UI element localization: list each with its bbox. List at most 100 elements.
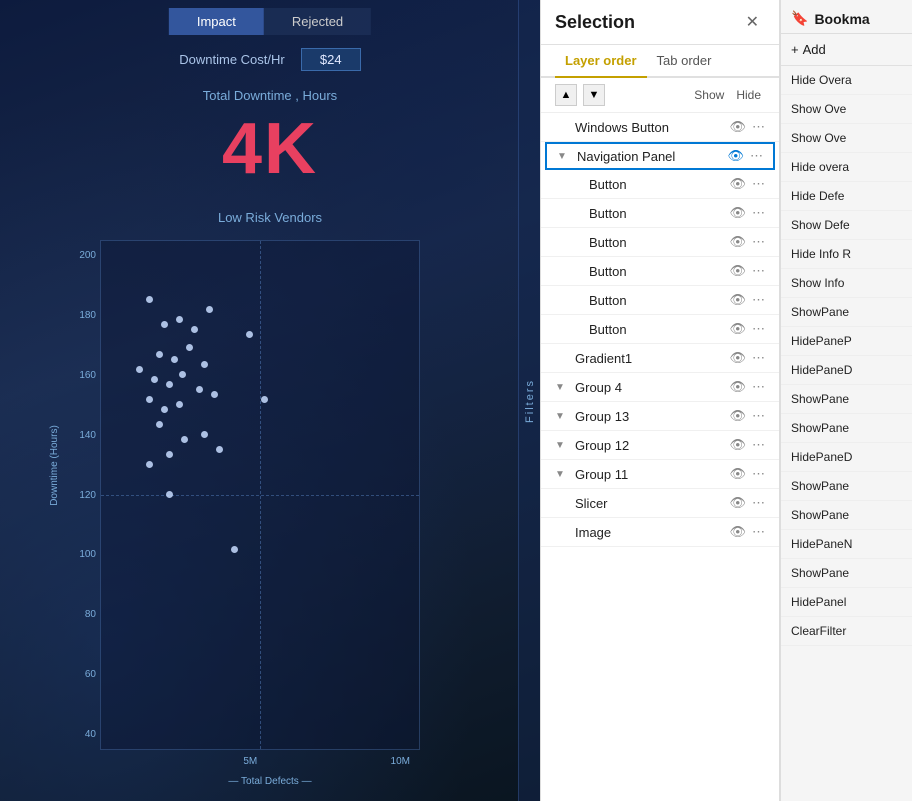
layer-item[interactable]: Button 👁 ⋯: [541, 228, 779, 257]
layer-list: Windows Button 👁 ⋯ ▼ Navigation Panel 👁 …: [541, 113, 779, 801]
bookmark-item[interactable]: HidePaneP: [781, 327, 912, 356]
move-down-button[interactable]: ▼: [583, 84, 605, 106]
layer-item[interactable]: ▼ Group 13 👁 ⋯: [541, 402, 779, 431]
more-icon[interactable]: ⋯: [752, 466, 765, 482]
more-icon[interactable]: ⋯: [752, 292, 765, 308]
bookmark-item[interactable]: Hide overa: [781, 153, 912, 182]
bookmarks-header: 🔖 Bookma: [781, 0, 912, 34]
move-up-button[interactable]: ▲: [555, 84, 577, 106]
eye-icon[interactable]: 👁: [729, 437, 746, 453]
layer-item[interactable]: Windows Button 👁 ⋯: [541, 113, 779, 142]
eye-icon[interactable]: 👁: [729, 466, 746, 482]
more-icon[interactable]: ⋯: [752, 234, 765, 250]
selection-header: Selection ✕: [541, 0, 779, 45]
more-icon[interactable]: ⋯: [752, 205, 765, 221]
eye-icon[interactable]: 👁: [729, 408, 746, 424]
layer-item[interactable]: Image 👁 ⋯: [541, 518, 779, 547]
layer-item[interactable]: Button 👁 ⋯: [541, 315, 779, 344]
eye-icon[interactable]: 👁: [729, 350, 746, 366]
y-axis: 200 180 160 140 120 100 80 60 40: [60, 240, 100, 750]
bookmark-item[interactable]: ShowPane: [781, 472, 912, 501]
layer-item[interactable]: Button 👁 ⋯: [541, 170, 779, 199]
filters-strip[interactable]: Filters: [518, 0, 540, 801]
layer-item[interactable]: Button 👁 ⋯: [541, 286, 779, 315]
big-number: 4K: [0, 108, 540, 190]
dot: [146, 461, 153, 468]
layer-item[interactable]: Gradient1 👁 ⋯: [541, 344, 779, 373]
eye-icon[interactable]: 👁: [729, 176, 746, 192]
more-icon[interactable]: ⋯: [752, 437, 765, 453]
eye-icon[interactable]: 👁: [729, 292, 746, 308]
layer-item[interactable]: ▼ Group 4 👁 ⋯: [541, 373, 779, 402]
bookmark-item[interactable]: ShowPane: [781, 298, 912, 327]
show-hide-group: Show Hide: [690, 86, 765, 104]
bookmark-item[interactable]: ShowPane: [781, 414, 912, 443]
dot: [166, 381, 173, 388]
bookmark-item[interactable]: ShowPane: [781, 559, 912, 588]
layer-item-navigation[interactable]: ▼ Navigation Panel 👁 ⋯: [545, 142, 775, 170]
bookmark-item[interactable]: Show Defe: [781, 211, 912, 240]
more-icon[interactable]: ⋯: [752, 176, 765, 192]
eye-icon[interactable]: 👁: [729, 205, 746, 221]
bookmark-item[interactable]: HidePaneD: [781, 443, 912, 472]
bookmark-item[interactable]: Show Ove: [781, 124, 912, 153]
more-icon[interactable]: ⋯: [752, 119, 765, 135]
selection-title: Selection: [555, 12, 635, 33]
eye-icon[interactable]: 👁: [729, 495, 746, 511]
bookmark-item[interactable]: Hide Info R: [781, 240, 912, 269]
hide-all-button[interactable]: Hide: [732, 86, 765, 104]
show-all-button[interactable]: Show: [690, 86, 728, 104]
impact-tab[interactable]: Impact: [169, 8, 264, 35]
more-icon[interactable]: ⋯: [752, 408, 765, 424]
eye-icon[interactable]: 👁: [729, 234, 746, 250]
eye-icon[interactable]: 👁: [729, 379, 746, 395]
more-icon[interactable]: ⋯: [752, 263, 765, 279]
bookmark-item[interactable]: HidePaneD: [781, 356, 912, 385]
eye-icon[interactable]: 👁: [729, 524, 746, 540]
bookmark-item[interactable]: ShowPane: [781, 385, 912, 414]
add-label: Add: [803, 42, 826, 57]
dot: [211, 391, 218, 398]
filters-label: Filters: [524, 379, 536, 423]
bookmark-item[interactable]: ShowPane: [781, 501, 912, 530]
eye-icon[interactable]: 👁: [727, 148, 744, 164]
layer-item[interactable]: ▼ Group 12 👁 ⋯: [541, 431, 779, 460]
eye-icon[interactable]: 👁: [729, 321, 746, 337]
more-icon[interactable]: ⋯: [752, 495, 765, 511]
dot: [156, 351, 163, 358]
dot: [216, 446, 223, 453]
bookmark-item[interactable]: Show Info: [781, 269, 912, 298]
more-icon[interactable]: ⋯: [750, 148, 763, 164]
more-icon[interactable]: ⋯: [752, 321, 765, 337]
bookmarks-title: Bookma: [814, 11, 869, 27]
dot: [146, 396, 153, 403]
tab-tab-order[interactable]: Tab order: [647, 45, 722, 78]
bookmark-item[interactable]: HidePanel: [781, 588, 912, 617]
bookmark-item[interactable]: Show Ove: [781, 95, 912, 124]
dot: [179, 371, 186, 378]
more-icon[interactable]: ⋯: [752, 524, 765, 540]
selection-tabs: Layer order Tab order: [541, 45, 779, 78]
dot: [156, 421, 163, 428]
bookmark-item[interactable]: ClearFilter: [781, 617, 912, 646]
layer-item[interactable]: Button 👁 ⋯: [541, 257, 779, 286]
cost-row: Downtime Cost/Hr $24: [0, 48, 540, 71]
more-icon[interactable]: ⋯: [752, 379, 765, 395]
more-icon[interactable]: ⋯: [752, 350, 765, 366]
bookmark-item[interactable]: HidePaneN: [781, 530, 912, 559]
bookmark-add-button[interactable]: + Add: [781, 34, 912, 66]
tab-layer-order[interactable]: Layer order: [555, 45, 647, 78]
layer-item[interactable]: Button 👁 ⋯: [541, 199, 779, 228]
rejected-tab[interactable]: Rejected: [264, 8, 371, 35]
eye-icon[interactable]: 👁: [729, 119, 746, 135]
layer-item[interactable]: Slicer 👁 ⋯: [541, 489, 779, 518]
dot: [161, 406, 168, 413]
bookmark-item[interactable]: Hide Defe: [781, 182, 912, 211]
add-icon: +: [791, 42, 799, 57]
layer-item[interactable]: ▼ Group 11 👁 ⋯: [541, 460, 779, 489]
dot: [171, 356, 178, 363]
cost-value: $24: [301, 48, 361, 71]
eye-icon[interactable]: 👁: [729, 263, 746, 279]
bookmark-item[interactable]: Hide Overa: [781, 66, 912, 95]
close-button[interactable]: ✕: [740, 10, 765, 34]
